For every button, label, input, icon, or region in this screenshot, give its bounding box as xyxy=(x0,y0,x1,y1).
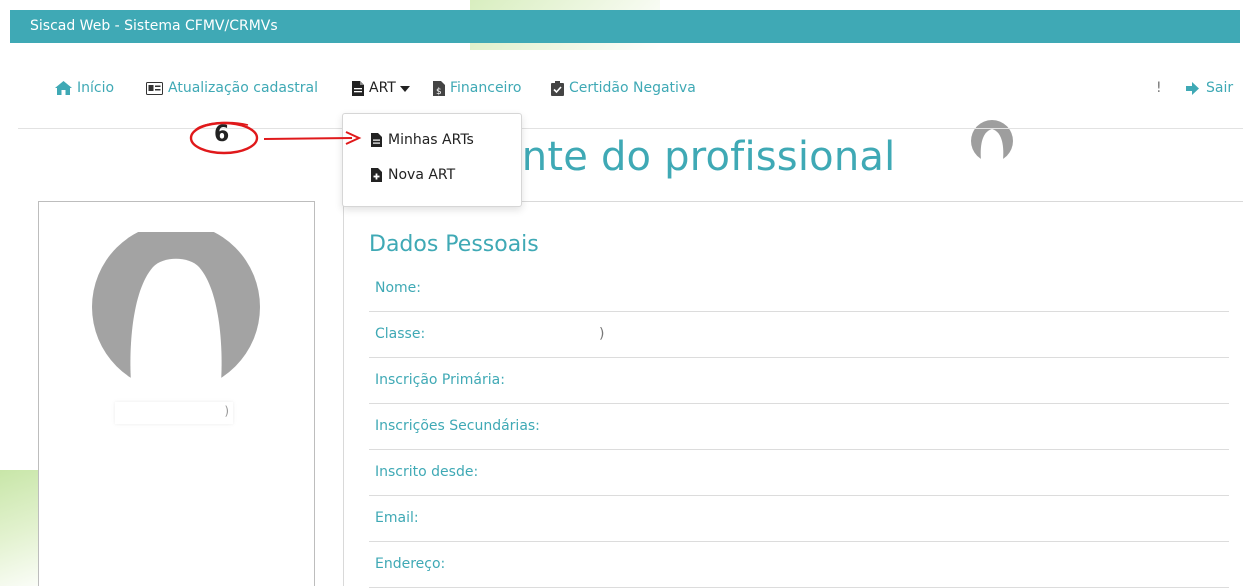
file-icon xyxy=(371,133,382,147)
profile-name-label: ) xyxy=(115,402,233,424)
field-row-endereco: Endereço: xyxy=(369,542,1229,588)
app-title-bar: Siscad Web - Sistema CFMV/CRMVs xyxy=(10,10,1240,43)
field-label-endereco: Endereço: xyxy=(375,556,446,572)
nav-sair[interactable]: Sair xyxy=(1186,80,1233,96)
field-label-inscricoes-secundarias: Inscrições Secundárias: xyxy=(375,418,540,434)
field-row-email: Email: xyxy=(369,496,1229,542)
nav-inicio[interactable]: Início xyxy=(55,80,114,96)
field-row-inscricoes-secundarias: Inscrições Secundárias: xyxy=(369,404,1229,450)
art-dropdown-menu: Minhas ARTs Nova ART xyxy=(342,113,522,207)
nav-sair-label: Sair xyxy=(1206,80,1234,96)
field-row-inscrito-desde: Inscrito desde: xyxy=(369,450,1229,496)
field-label-nome: Nome: xyxy=(375,280,422,296)
field-label-inscricao-primaria: Inscrição Primária: xyxy=(375,372,505,388)
nav-art-label: ART xyxy=(369,80,396,96)
user-avatar[interactable] xyxy=(970,118,1014,164)
id-card-icon xyxy=(146,81,163,95)
menu-item-nova-art[interactable]: Nova ART xyxy=(371,167,455,183)
nav-inicio-label: Início xyxy=(77,80,115,96)
profile-photo-card: ) xyxy=(38,201,315,586)
nav-atualizacao-cadastral[interactable]: Atualização cadastral xyxy=(146,80,318,96)
field-label-inscrito-desde: Inscrito desde: xyxy=(375,464,479,480)
field-label-classe: Classe: xyxy=(375,326,426,342)
section-title: Dados Pessoais xyxy=(369,232,539,257)
clipboard-check-icon xyxy=(551,80,564,96)
personal-data-card: Dados Pessoais Nome: Classe: ) Inscrição… xyxy=(343,201,1243,588)
caret-down-icon xyxy=(399,80,410,96)
field-label-email: Email: xyxy=(375,510,419,526)
top-navigation: Início Atualização cadastral ART $ Finan… xyxy=(0,55,1243,163)
notification-indicator[interactable]: ! xyxy=(1156,80,1162,96)
profile-name-suffix: ) xyxy=(224,404,229,418)
file-dollar-icon: $ xyxy=(433,80,445,96)
file-icon xyxy=(352,80,364,96)
annotation-step-number: 6 xyxy=(214,122,230,147)
annotation-arrow-icon xyxy=(263,131,362,145)
svg-text:$: $ xyxy=(436,87,442,96)
field-row-classe: Classe: ) xyxy=(369,312,1229,358)
field-row-inscricao-primaria: Inscrição Primária: xyxy=(369,358,1229,404)
field-value-classe: ) xyxy=(599,326,605,342)
menu-item-minhas-arts-label: Minhas ARTs xyxy=(388,132,474,148)
profile-photo xyxy=(92,232,260,382)
field-row-nome: Nome: xyxy=(369,266,1229,312)
home-icon xyxy=(55,81,72,95)
sign-out-icon xyxy=(1186,81,1201,95)
menu-item-minhas-arts[interactable]: Minhas ARTs xyxy=(371,132,474,148)
nav-art-dropdown[interactable]: ART xyxy=(352,80,410,96)
nav-atualizacao-label: Atualização cadastral xyxy=(168,80,319,96)
nav-financeiro[interactable]: $ Financeiro xyxy=(433,80,521,96)
nav-certidao-label: Certidão Negativa xyxy=(569,80,696,96)
file-plus-icon xyxy=(371,168,382,182)
nav-certidao-negativa[interactable]: Certidão Negativa xyxy=(551,80,696,96)
menu-item-nova-art-label: Nova ART xyxy=(388,167,456,183)
page-title: ente do profissional xyxy=(497,134,896,180)
nav-financeiro-label: Financeiro xyxy=(450,80,522,96)
app-title: Siscad Web - Sistema CFMV/CRMVs xyxy=(30,18,278,34)
